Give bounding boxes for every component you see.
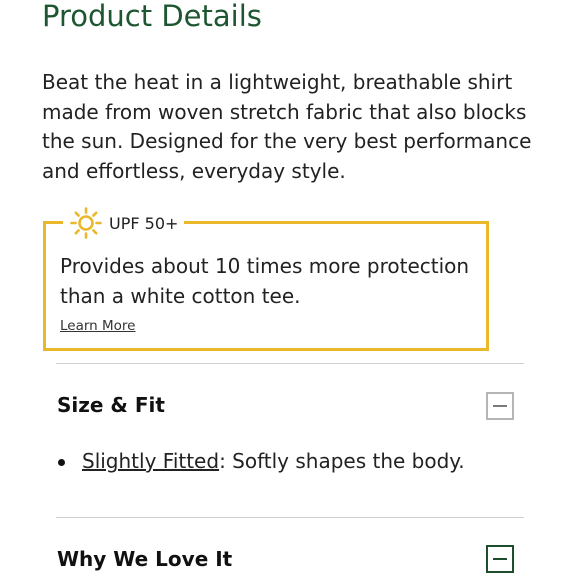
divider bbox=[56, 517, 524, 518]
size-fit-heading: Size & Fit bbox=[57, 393, 165, 417]
learn-more-link[interactable]: Learn More bbox=[60, 318, 136, 334]
product-description: Beat the heat in a lightweight, breathab… bbox=[42, 70, 532, 183]
slightly-fitted-link[interactable]: Slightly Fitted bbox=[82, 449, 219, 473]
size-fit-collapse-button[interactable] bbox=[486, 392, 514, 420]
minus-icon bbox=[493, 558, 507, 560]
sun-icon bbox=[70, 207, 102, 239]
upf-badge: UPF 50+ bbox=[63, 207, 185, 239]
list-item: Slightly Fitted : Softly shapes the body… bbox=[58, 449, 465, 473]
bullet-icon bbox=[58, 458, 65, 466]
why-we-love-it-collapse-button[interactable] bbox=[486, 545, 514, 573]
upf-callout-box: UPF 50+ Provides about 10 times more pro… bbox=[43, 207, 489, 351]
page-title: Product Details bbox=[42, 0, 262, 33]
minus-icon bbox=[493, 405, 507, 407]
upf-description: Provides about 10 times more protection … bbox=[60, 254, 470, 308]
fit-description: : Softly shapes the body. bbox=[219, 449, 465, 473]
product-details-page: Product Details Beat the heat in a light… bbox=[0, 0, 580, 580]
divider bbox=[56, 363, 524, 364]
why-we-love-it-heading: Why We Love It bbox=[57, 547, 233, 571]
upf-rating-label: UPF 50+ bbox=[109, 213, 179, 233]
